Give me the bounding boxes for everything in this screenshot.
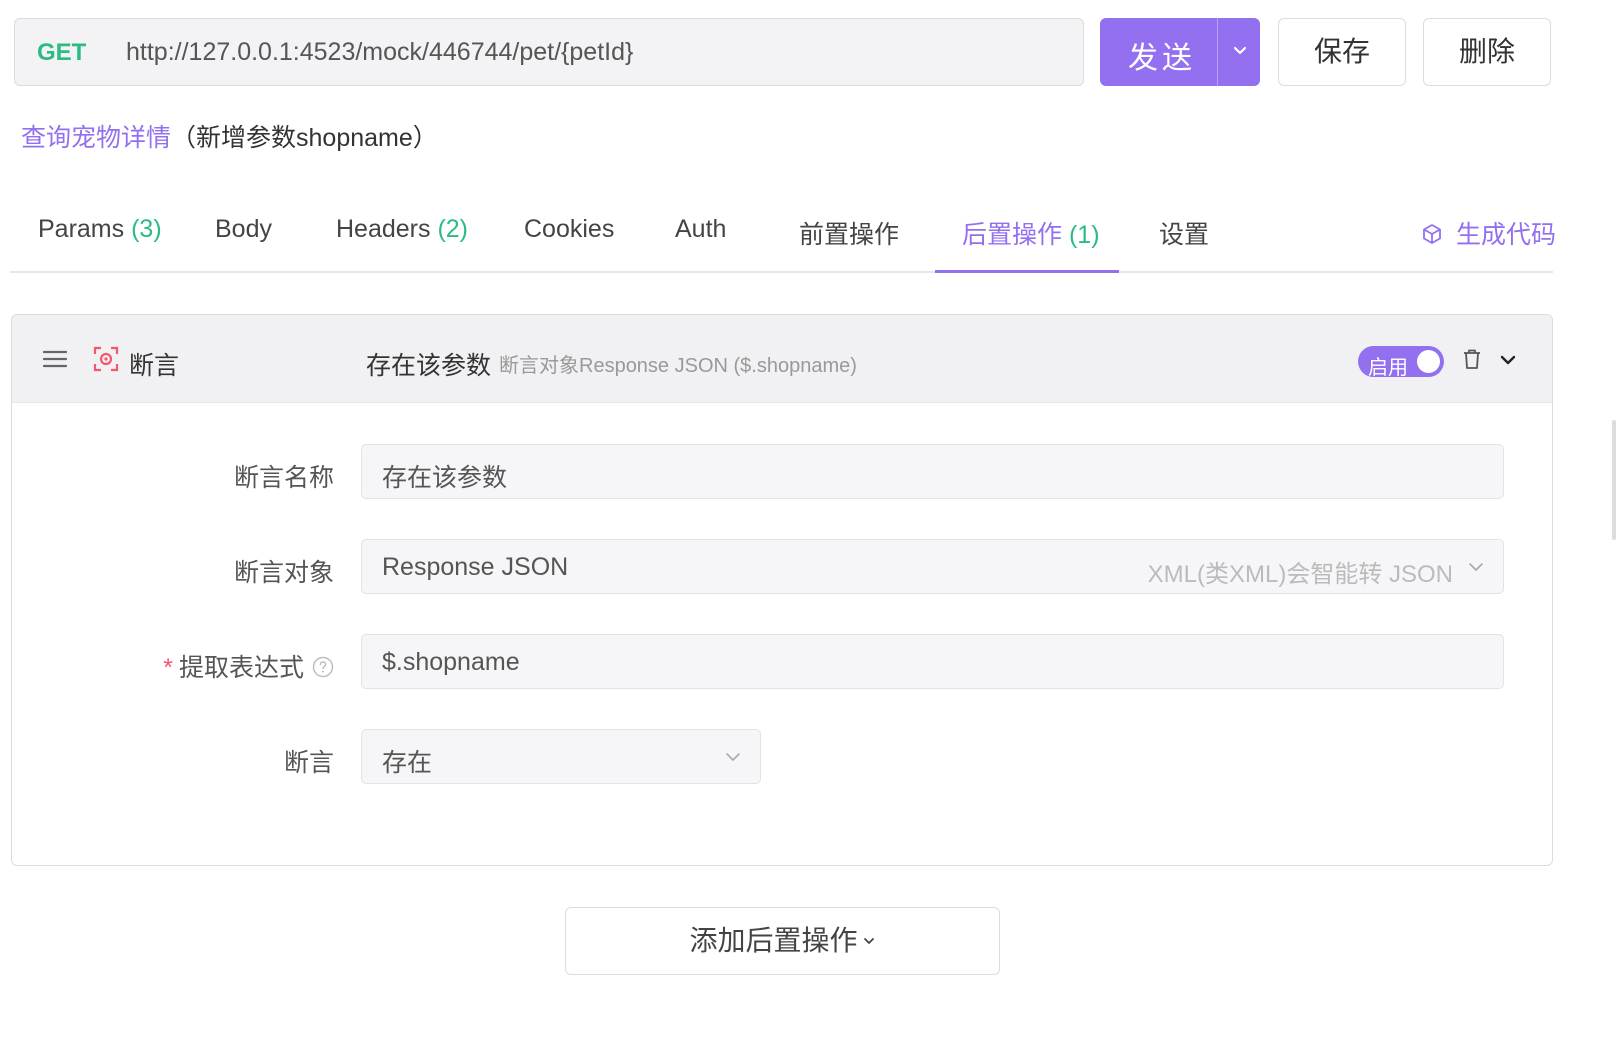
code-cube-icon [1423,224,1441,244]
assertion-target-label: 断言对象 [233,559,334,587]
tab-post-operations[interactable]: 后置操作 (1) [962,215,1100,251]
api-note: （新增参数shopname） [171,124,438,152]
chevron-down-icon[interactable] [1230,40,1250,60]
delete-button[interactable]: 删除 [1423,18,1551,86]
active-tab-indicator [935,270,1119,273]
enable-toggle-label: 启用 [1368,357,1408,379]
tab-settings[interactable]: 设置 [1159,215,1209,251]
api-name-link[interactable]: 查询宠物详情 [21,124,171,152]
page-scrollbar[interactable] [1612,0,1616,1042]
save-button[interactable]: 保存 [1278,18,1406,86]
chevron-down-icon [863,938,874,944]
tab-count: (1) [1068,221,1100,249]
assertion-card-header[interactable]: 断言 存在该参数 断言对象Response JSON ($.shopname) … [12,315,1552,403]
send-separator [1217,18,1218,86]
tab-auth[interactable]: Auth [675,215,726,244]
trash-icon[interactable] [1460,347,1484,371]
add-post-operation-button[interactable]: 添加后置操作 [565,907,1000,975]
method-selector[interactable]: GET [37,39,86,67]
help-icon[interactable] [312,656,334,678]
assertion-card: 断言 存在该参数 断言对象Response JSON ($.shopname) … [11,314,1553,866]
request-tabs: Params (3) Body Headers (2) Cookies Auth… [10,195,1556,273]
tab-headers[interactable]: Headers (2) [336,215,468,244]
drag-handle-icon[interactable] [42,349,68,369]
assertion-condition-label: 断言 [283,749,334,777]
extract-expression-label: * 提取表达式 [163,648,334,684]
chevron-down-icon[interactable] [1497,349,1519,371]
tab-pre-operations[interactable]: 前置操作 [799,215,899,251]
target-hint: XML(类XML)会智能转 JSON [1147,561,1453,588]
api-title: 查询宠物详情（新增参数shopname） [21,118,438,154]
tab-cookies[interactable]: Cookies [524,215,614,244]
tab-count: (3) [131,215,162,243]
assertion-name-label: 断言名称 [233,464,334,492]
assertion-name-field[interactable]: 存在该参数 [361,444,1504,499]
assertion-icon [93,346,119,372]
extract-expression-input[interactable]: $.shopname [361,634,1504,689]
request-url-bar[interactable]: GET http://127.0.0.1:4523/mock/446744/pe… [14,18,1084,86]
tab-count: (2) [437,215,469,243]
chevron-down-icon [1469,563,1483,571]
send-button-label: 发送 [1128,42,1196,75]
enable-toggle[interactable]: 启用 [1358,346,1444,379]
toggle-knob [1417,350,1440,373]
url-input[interactable]: http://127.0.0.1:4523/mock/446744/pet/{p… [126,38,633,67]
tab-body[interactable]: Body [215,215,272,244]
assertion-condition-select[interactable]: 存在 [361,729,761,784]
assertion-summary: 断言对象Response JSON ($.shopname) [499,355,857,377]
tab-params[interactable]: Params (3) [38,215,162,244]
generate-code-button[interactable]: 生成代码 [1420,215,1556,251]
chevron-down-icon [726,753,740,761]
scroll-thumb[interactable] [1612,420,1616,540]
required-marker: * [163,654,173,682]
send-button[interactable]: 发送 [1100,18,1260,86]
assertion-target-select[interactable]: Response JSON XML(类XML)会智能转 JSON [361,539,1504,594]
assertion-name: 存在该参数 [366,352,492,380]
assertion-type-label: 断言 [129,352,180,380]
